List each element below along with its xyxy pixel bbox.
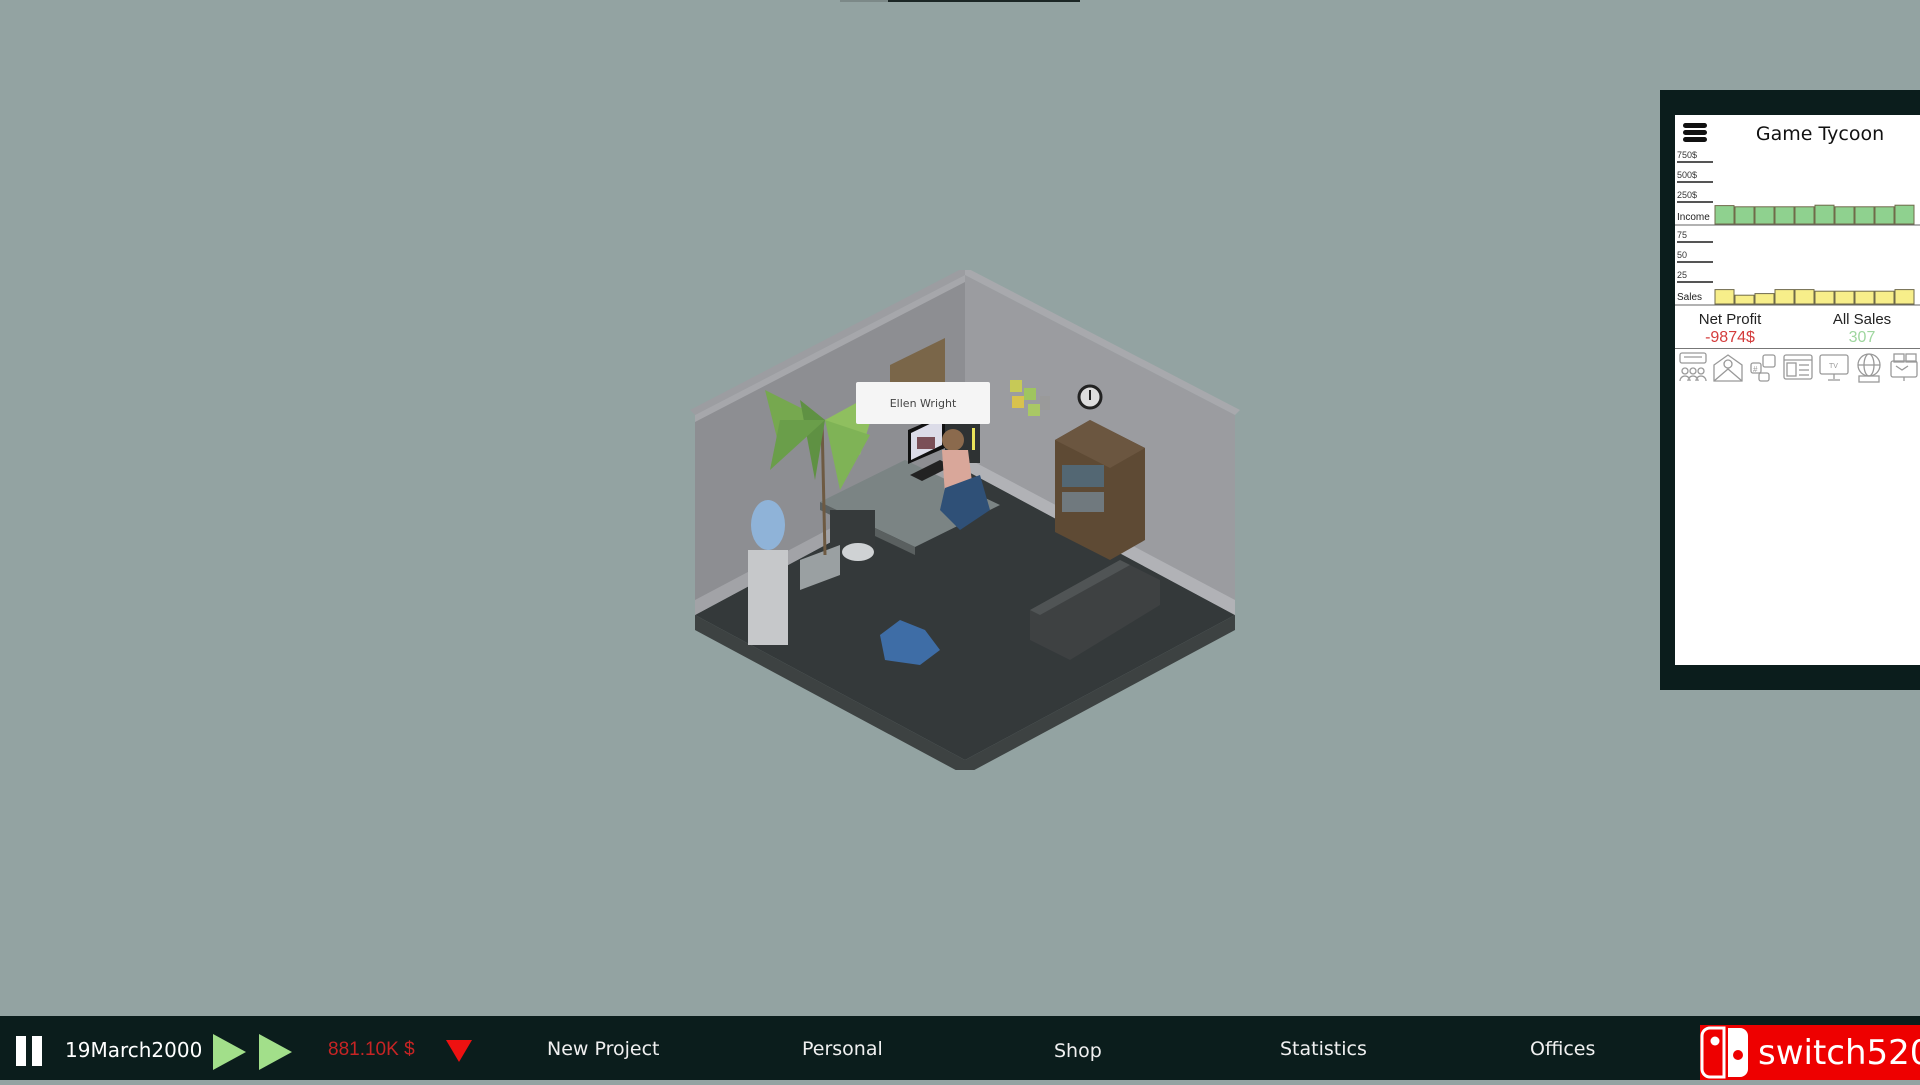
nav-new-project[interactable]: New Project	[547, 1038, 660, 1060]
sales-bar-6	[1814, 290, 1835, 305]
income-bar-7	[1834, 206, 1855, 225]
sales-bar-2	[1734, 294, 1755, 305]
sales-bar-1	[1714, 289, 1735, 305]
top-handle-bar-left	[840, 0, 888, 2]
nav-statistics[interactable]: Statistics	[1280, 1038, 1367, 1060]
sales-bar-3	[1754, 293, 1775, 305]
pause-icon[interactable]	[16, 1036, 42, 1066]
nav-shop[interactable]: Shop	[1054, 1040, 1102, 1062]
fast-forward-icon[interactable]	[259, 1034, 292, 1070]
all-sales-label: All Sales	[1832, 311, 1892, 328]
income-bar-2	[1734, 206, 1755, 225]
panel-divider	[1675, 348, 1920, 349]
wall-clock-icon	[1077, 384, 1103, 410]
income-bar-10	[1894, 204, 1915, 225]
sales-bar-9	[1874, 290, 1895, 305]
project-panel: Game Tycoon 750$ 500$ 250$ Income 75 50 …	[1660, 90, 1920, 690]
income-bar-5	[1794, 206, 1815, 225]
game-date: 19March2000	[65, 1038, 203, 1062]
play-icon[interactable]	[213, 1034, 246, 1070]
community-icon[interactable]	[1677, 351, 1709, 383]
marketing-channels: # TV	[1677, 351, 1920, 385]
bottom-toolbar: 19March2000 881.10K $ New Project Person…	[0, 1016, 1920, 1080]
sales-bar-5	[1794, 289, 1815, 305]
money-trend-down-icon	[446, 1040, 472, 1062]
net-profit-value: -9874$	[1705, 329, 1755, 346]
income-bar-9	[1874, 206, 1895, 225]
trash-bin	[842, 543, 874, 561]
nav-offices[interactable]: Offices	[1530, 1038, 1595, 1060]
sales-bar-10	[1894, 289, 1915, 305]
sales-bar-7	[1834, 290, 1855, 305]
tv-icon[interactable]: TV	[1818, 351, 1850, 383]
net-profit-label: Net Profit	[1698, 311, 1762, 328]
income-bar-3	[1754, 206, 1775, 225]
employee-name-tag[interactable]: Ellen Wright	[856, 382, 990, 424]
office-room[interactable]	[690, 270, 1240, 770]
income-bar-8	[1854, 206, 1875, 225]
email-icon[interactable]	[1712, 351, 1744, 383]
svg-text:#: #	[1753, 365, 1758, 374]
multimedia-icon[interactable]	[1888, 351, 1920, 383]
income-sales-chart	[1675, 204, 1920, 306]
income-bar-6	[1814, 204, 1835, 225]
sales-bar-4	[1774, 289, 1795, 305]
income-bar-1	[1714, 205, 1735, 225]
social-media-icon[interactable]: #	[1747, 351, 1779, 383]
switch-logo-icon	[1700, 1025, 1760, 1080]
sales-bar-8	[1854, 290, 1875, 305]
svg-text:TV: TV	[1829, 363, 1838, 370]
income-bar-4	[1774, 206, 1795, 225]
web-page-icon[interactable]	[1782, 351, 1814, 383]
internet-icon[interactable]	[1853, 351, 1885, 383]
money-balance: 881.10K $	[328, 1039, 415, 1060]
all-sales-value: 307	[1848, 329, 1876, 346]
watermark-text: switch520	[1758, 1032, 1920, 1073]
nav-personal[interactable]: Personal	[802, 1038, 883, 1060]
watermark: switch520	[1700, 1025, 1920, 1080]
project-panel-body: Game Tycoon 750$ 500$ 250$ Income 75 50 …	[1675, 115, 1920, 665]
water-cooler	[748, 500, 788, 645]
